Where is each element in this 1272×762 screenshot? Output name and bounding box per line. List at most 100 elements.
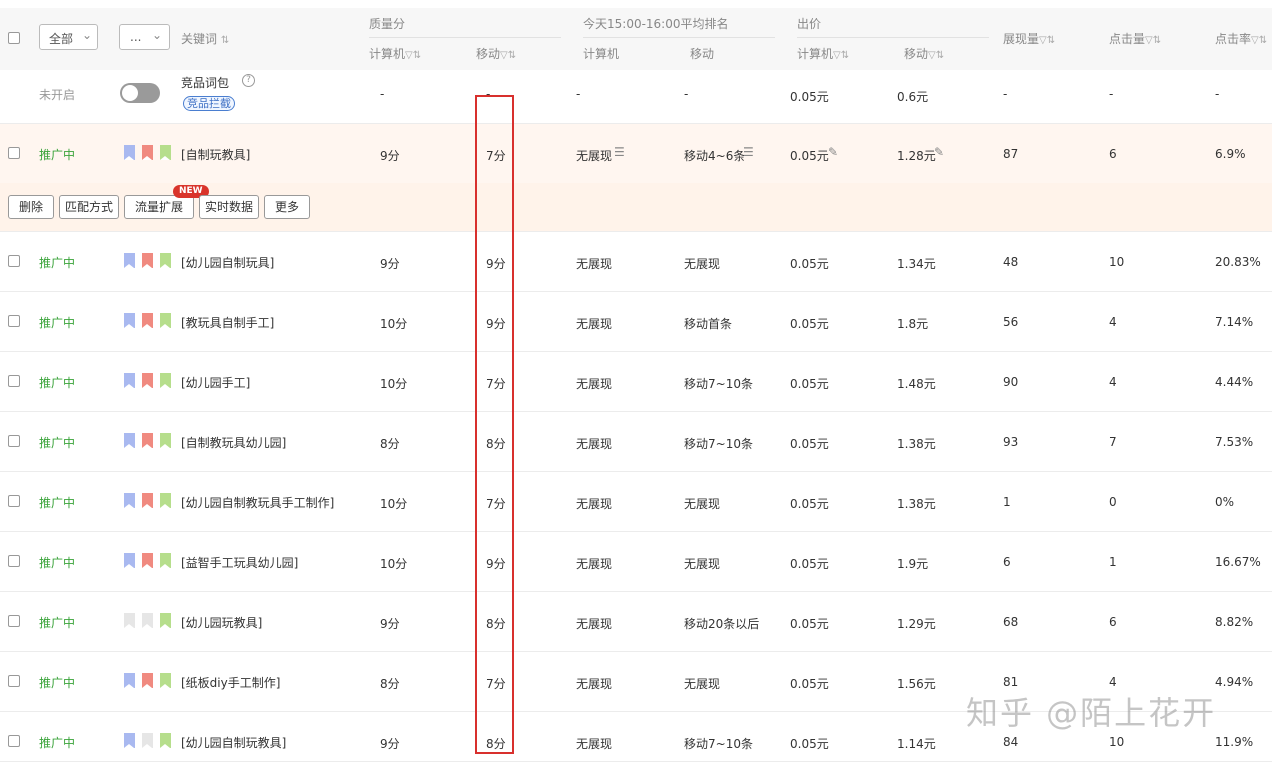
flag-icon[interactable] — [160, 373, 171, 388]
status-text: 推广中 — [39, 148, 76, 162]
flag-icon[interactable] — [160, 613, 171, 628]
bid-pc: 0.05元 — [790, 149, 829, 163]
bid-pc-header[interactable]: 计算机▽⇅ — [797, 45, 849, 62]
table-row: 推广中 [幼儿园手工] 10分 7分 无展现 移动7~10条 0.05元 1.48元 90 4 4.… — [0, 352, 1272, 412]
traffic-expand-button[interactable]: 流量扩展 — [124, 195, 194, 219]
clicks-header[interactable]: 点击量▽⇅ — [1109, 30, 1161, 47]
row-checkbox[interactable] — [8, 375, 20, 387]
quality-header: 质量分 — [369, 17, 406, 31]
flag-icon[interactable] — [160, 253, 171, 268]
flag-icon[interactable] — [160, 673, 171, 688]
watermark: 知乎 @陌上花开 — [966, 694, 1217, 732]
flag-icon[interactable] — [160, 493, 171, 508]
flag-icon[interactable] — [124, 673, 135, 688]
status-text: 推广中 — [39, 676, 76, 690]
ctr: 4.94% — [1215, 675, 1254, 689]
delete-button[interactable]: 删除 — [8, 195, 54, 219]
rank-mobile: 移动7~10条 — [684, 737, 753, 751]
help-icon[interactable]: ? — [242, 74, 255, 87]
clicks: 4 — [1109, 675, 1117, 689]
row-checkbox[interactable] — [8, 255, 20, 267]
status-filter-select[interactable]: 全部 ⌄ — [39, 24, 98, 50]
flag-icon[interactable] — [124, 313, 135, 328]
row-checkbox[interactable] — [8, 435, 20, 447]
keyword-header[interactable]: 关键词 ⇅ — [181, 30, 229, 47]
flag-icon[interactable] — [142, 313, 153, 328]
impressions: - — [1003, 87, 1008, 101]
quality-pc-header[interactable]: 计算机▽⇅ — [369, 45, 421, 62]
filter-sort-icon: ▽⇅ — [928, 50, 945, 61]
flag-icon[interactable] — [142, 673, 153, 688]
table-row: 推广中 [自制教玩具幼儿园] 8分 8分 无展现 移动7~10条 0.05元 1.38元 93 7… — [0, 412, 1272, 472]
table-header: 全部 ⌄ ... ⌄ 关键词 ⇅ 质量分 计算机▽⇅ 移动▽⇅ 今天15:00-… — [0, 8, 1272, 70]
clicks: 7 — [1109, 435, 1117, 449]
rank-mobile: 无展现 — [684, 557, 721, 571]
bid-pc: 0.05元 — [790, 377, 829, 391]
bid-mobile: 1.9元 — [897, 557, 929, 571]
flag-icon[interactable] — [124, 253, 135, 268]
rank-pc: 无展现 — [576, 149, 613, 163]
rank-mobile: 移动7~10条 — [684, 377, 753, 391]
flag-icon[interactable] — [142, 373, 153, 388]
row-checkbox[interactable] — [8, 315, 20, 327]
flag-icon[interactable] — [160, 433, 171, 448]
keyword-text: [纸板diy手工制作] — [181, 676, 281, 690]
flag-icon[interactable] — [124, 493, 135, 508]
realtime-data-button[interactable]: 实时数据 — [199, 195, 259, 219]
more-button[interactable]: 更多 — [264, 195, 310, 219]
quality-pc: 10分 — [380, 377, 408, 391]
keyword-text: [自制教玩具幼儿园] — [181, 436, 287, 450]
flag-icon[interactable] — [142, 253, 153, 268]
flag-icon[interactable] — [160, 313, 171, 328]
row-checkbox[interactable] — [8, 495, 20, 507]
bid-pc: 0.05元 — [790, 497, 829, 511]
filter-sort-icon: ▽⇅ — [1145, 35, 1162, 46]
flag-icon[interactable] — [142, 553, 153, 568]
flag-icon[interactable] — [124, 433, 135, 448]
flag-icon[interactable] — [160, 145, 171, 160]
row-checkbox[interactable] — [8, 555, 20, 567]
bid-mobile-header[interactable]: 移动▽⇅ — [904, 45, 944, 62]
row-checkbox[interactable] — [8, 147, 20, 159]
flag-icon[interactable] — [124, 373, 135, 388]
clicks: 0 — [1109, 495, 1117, 509]
row-checkbox[interactable] — [8, 615, 20, 627]
match-type-button[interactable]: 匹配方式 — [59, 195, 119, 219]
keyword-text: [益智手工玩具幼儿园] — [181, 556, 299, 570]
status-text: 推广中 — [39, 256, 76, 270]
rank-list-icon[interactable]: ☰ — [614, 145, 625, 159]
edit-pencil-icon[interactable]: ✎ — [828, 145, 838, 159]
bid-pc: 0.05元 — [790, 557, 829, 571]
chevron-down-icon: ⌄ — [152, 28, 163, 42]
ctr-header[interactable]: 点击率▽⇅ — [1215, 30, 1267, 47]
keyword-text: [教玩具自制手工] — [181, 316, 275, 330]
flag-icon[interactable] — [124, 145, 135, 160]
select-all-checkbox[interactable] — [8, 32, 20, 44]
flag-icon[interactable] — [142, 433, 153, 448]
flag-icon[interactable] — [142, 493, 153, 508]
rank-mobile: 移动20条以后 — [684, 617, 760, 631]
impressions-header[interactable]: 展现量▽⇅ — [1003, 30, 1055, 47]
flag-icon[interactable] — [142, 733, 153, 748]
flag-icon[interactable] — [142, 613, 153, 628]
edit-pencil-icon[interactable]: ✎ — [934, 145, 944, 159]
flag-icon[interactable] — [124, 613, 135, 628]
table-row: 推广中 [自制玩教具] 9分 7分 无展现 移动4~6条 0.05元 1.28元 87 6 6.9%… — [0, 124, 1272, 183]
rank-pc: 无展现 — [576, 497, 613, 511]
flag-icon[interactable] — [124, 553, 135, 568]
quality-mobile-header[interactable]: 移动▽⇅ — [476, 45, 516, 62]
rank-mobile: 无展现 — [684, 497, 721, 511]
rank-list-icon[interactable]: ☰ — [743, 145, 754, 159]
flag-icon[interactable] — [160, 553, 171, 568]
flag-icon[interactable] — [160, 733, 171, 748]
impressions: 1 — [1003, 495, 1011, 509]
enable-toggle[interactable] — [120, 83, 160, 103]
row-checkbox[interactable] — [8, 675, 20, 687]
table-row: 推广中 [幼儿园玩教具] 9分 8分 无展现 移动20条以后 0.05元 1.29元 68 6 8.… — [0, 592, 1272, 652]
flag-filter-select[interactable]: ... ⌄ — [119, 24, 170, 50]
flag-icon[interactable] — [142, 145, 153, 160]
bid-pc: 0.05元 — [790, 257, 829, 271]
row-checkbox[interactable] — [8, 735, 20, 747]
flag-icon[interactable] — [124, 733, 135, 748]
bid-pc: 0.05元 — [790, 677, 829, 691]
